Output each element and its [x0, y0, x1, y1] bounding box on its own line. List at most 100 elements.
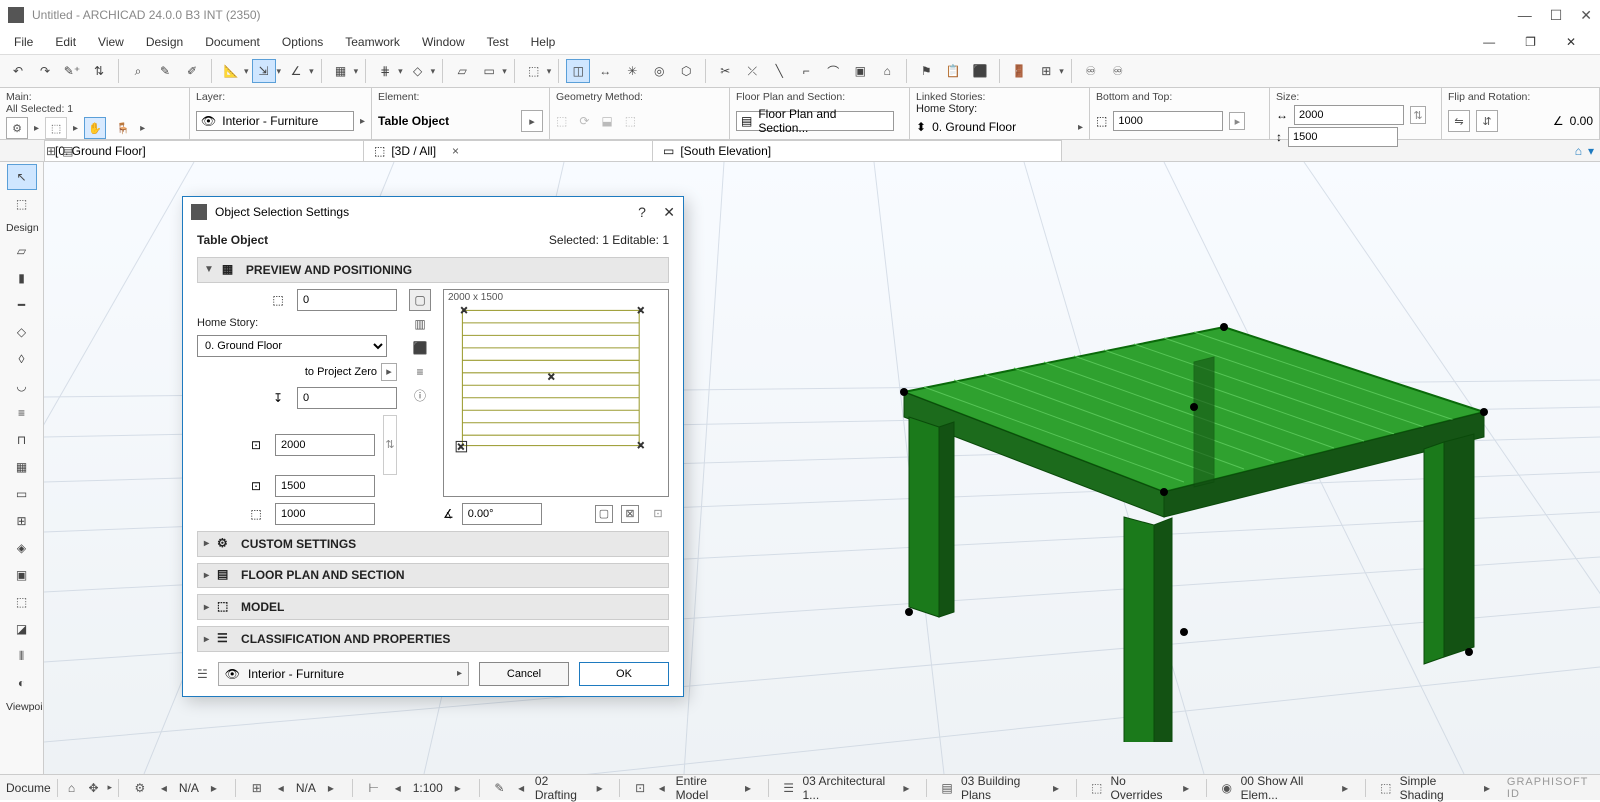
flip-v-button[interactable]: ⇵ — [1476, 110, 1498, 132]
menu-file[interactable]: File — [4, 33, 43, 51]
tab-plan-icon[interactable]: ▤ — [62, 144, 73, 158]
help-button[interactable]: ? — [638, 204, 646, 220]
status-pan-icon[interactable]: ✥ — [86, 779, 102, 797]
status-home-icon[interactable]: ⌂ — [64, 779, 80, 797]
geom-rot-icon[interactable]: ⟳ — [579, 114, 589, 128]
status-scale-icon[interactable]: ⊢ — [365, 779, 383, 797]
slab-tool[interactable]: ◇ — [7, 319, 37, 345]
status-entire[interactable]: Entire Model — [676, 774, 735, 802]
chevron-right-icon[interactable]: ▸ — [1078, 122, 1083, 133]
menu-edit[interactable]: Edit — [45, 33, 86, 51]
pv-3d-button[interactable]: ⬛ — [409, 337, 431, 359]
zone-tool[interactable]: ◪ — [7, 616, 37, 642]
center-icon[interactable]: ✳ — [620, 59, 644, 83]
marquee-zoom-icon[interactable]: ⌕ — [126, 59, 150, 83]
window-tool[interactable]: ⊞ — [7, 508, 37, 534]
shell-tool[interactable]: ◡ — [7, 373, 37, 399]
layer-select[interactable]: 👁 Interior - Furniture — [196, 111, 354, 131]
geom-diag-icon[interactable]: ⬓ — [601, 114, 612, 128]
object-icon[interactable]: 🪑 — [112, 117, 134, 139]
bt-more-button[interactable]: ▸ — [1229, 112, 1245, 130]
dim-icon[interactable]: ↔ — [593, 59, 617, 83]
circle-icon[interactable]: ◎ — [647, 59, 671, 83]
doc-restore-icon[interactable]: ❐ — [1515, 33, 1546, 51]
status-gear-icon[interactable]: ⚙ — [131, 779, 149, 797]
preview-canvas[interactable]: 2000 x 1500 — [443, 289, 669, 497]
tab-3d-all[interactable]: ⬚ [3D / All] × — [363, 140, 653, 161]
status-shading-icon[interactable]: ⬚ — [1378, 779, 1394, 797]
menu-help[interactable]: Help — [521, 33, 566, 51]
nav-drop-icon[interactable]: ▾ — [1588, 144, 1594, 158]
menu-options[interactable]: Options — [272, 33, 333, 51]
link-icon[interactable]: ⇅ — [383, 415, 397, 475]
menu-test[interactable]: Test — [477, 33, 519, 51]
maximize-button[interactable]: ☐ — [1550, 7, 1563, 24]
measure-icon[interactable]: ⇲ — [252, 59, 276, 83]
trace-icon[interactable]: ◫ — [566, 59, 590, 83]
grid2-icon[interactable]: ⋕ — [373, 59, 397, 83]
menu-window[interactable]: Window — [412, 33, 475, 51]
zero-input[interactable] — [297, 387, 397, 409]
size-height-input[interactable] — [1288, 127, 1398, 147]
flip-h-button[interactable]: ⇋ — [1448, 110, 1470, 132]
undo-icon[interactable]: ↶ — [6, 59, 30, 83]
mirror-h-button[interactable]: ▢ — [595, 505, 613, 523]
scissors-icon[interactable]: ⤫ — [740, 59, 764, 83]
obj-icon[interactable]: ⬚ — [522, 59, 546, 83]
link2-icon[interactable]: ♾ — [1106, 59, 1130, 83]
status-plans[interactable]: 03 Building Plans — [961, 774, 1042, 802]
syringe-icon[interactable]: ✐ — [180, 59, 204, 83]
table-object-3d[interactable] — [794, 262, 1514, 742]
window-grid-icon[interactable]: ⊞ — [1034, 59, 1058, 83]
link1-icon[interactable]: ♾ — [1079, 59, 1103, 83]
bottom-top-input[interactable] — [1113, 111, 1223, 131]
arc-icon[interactable]: ⌒ — [821, 59, 845, 83]
top-input[interactable] — [297, 289, 397, 311]
slab-icon[interactable]: ▭ — [477, 59, 501, 83]
lock-ratio-button[interactable]: ⇅ — [1410, 106, 1426, 124]
angle-icon[interactable]: ∠ — [284, 59, 308, 83]
stair-tool[interactable]: ≡ — [7, 400, 37, 426]
element-browse-button[interactable]: ▸ — [521, 110, 543, 132]
roof-tool[interactable]: ◊ — [7, 346, 37, 372]
depth-input[interactable] — [275, 475, 375, 497]
status-pen-icon[interactable]: ✎ — [492, 779, 508, 797]
line-icon[interactable]: ╲ — [767, 59, 791, 83]
wall-icon[interactable]: ▱ — [450, 59, 474, 83]
transfer-icon[interactable]: ⇅ — [87, 59, 111, 83]
menu-design[interactable]: Design — [136, 33, 193, 51]
status-showall-icon[interactable]: ◉ — [1219, 779, 1235, 797]
status-drafting[interactable]: 02 Drafting — [535, 774, 586, 802]
status-plans-icon[interactable]: ▤ — [939, 779, 955, 797]
pv-plan-button[interactable]: ▢ — [409, 289, 431, 311]
section-preview[interactable]: ▼ ▦ PREVIEW AND POSITIONING — [197, 257, 669, 283]
home-story-select[interactable]: 0. Ground Floor — [197, 335, 387, 357]
curtain-tool[interactable]: ▦ — [7, 454, 37, 480]
hex-icon[interactable]: ⬡ — [674, 59, 698, 83]
object-tool[interactable]: ⬚ — [7, 589, 37, 615]
menu-document[interactable]: Document — [195, 33, 270, 51]
size-width-input[interactable] — [1294, 105, 1404, 125]
chevron-right-icon[interactable]: ▸ — [381, 363, 397, 381]
grid-icon[interactable]: ▦ — [329, 59, 353, 83]
skylight-tool[interactable]: ◈ — [7, 535, 37, 561]
nav-cube-icon[interactable]: ⌂ — [1575, 144, 1582, 158]
status-scale[interactable]: 1:100 — [413, 781, 443, 795]
marquee-tool[interactable]: ⬚ — [7, 191, 37, 217]
status-shading[interactable]: Simple Shading — [1400, 774, 1474, 802]
pick-icon[interactable]: ✎⁺ — [60, 59, 84, 83]
angle-input[interactable] — [462, 503, 542, 525]
section-class[interactable]: ▸☰ CLASSIFICATION AND PROPERTIES — [197, 626, 669, 652]
minimize-button[interactable]: — — [1518, 7, 1532, 24]
ruler-icon[interactable]: 📐 — [219, 59, 243, 83]
mesh-tool[interactable]: ⫴ — [7, 643, 37, 669]
box-icon[interactable]: ▣ — [848, 59, 872, 83]
default-settings-button[interactable]: ⚙ — [6, 117, 28, 139]
close-icon[interactable]: × — [452, 144, 459, 158]
status-plan-icon[interactable]: ⊞ — [248, 779, 266, 797]
beam-tool[interactable]: ━ — [7, 292, 37, 318]
tab-grid-icon[interactable]: ⊞ — [46, 144, 56, 158]
tab-ground-floor[interactable]: [0. Ground Floor] — [44, 140, 364, 161]
redo-icon[interactable]: ↷ — [33, 59, 57, 83]
menu-view[interactable]: View — [88, 33, 134, 51]
